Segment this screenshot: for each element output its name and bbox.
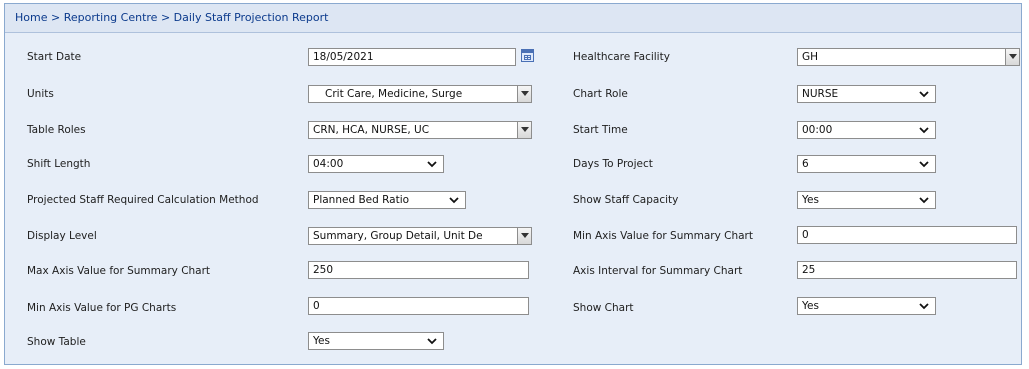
chevron-down-icon bbox=[449, 197, 459, 204]
breadcrumb: Home > Reporting Centre > Daily Staff Pr… bbox=[5, 4, 1021, 33]
show-chart-select[interactable]: Yes bbox=[797, 297, 936, 315]
days-to-project-label: Days To Project bbox=[573, 158, 653, 170]
breadcrumb-text[interactable]: Home > Reporting Centre > Daily Staff Pr… bbox=[15, 11, 328, 24]
chevron-down-icon bbox=[919, 303, 929, 310]
display-level-select[interactable]: Summary, Group Detail, Unit De bbox=[308, 227, 532, 245]
chart-role-select[interactable]: NURSE bbox=[797, 85, 936, 103]
display-level-label: Display Level bbox=[27, 230, 97, 242]
show-table-label: Show Table bbox=[27, 336, 86, 348]
chevron-down-icon bbox=[427, 338, 437, 345]
chevron-down-icon bbox=[919, 91, 929, 98]
days-to-project-select[interactable]: 6 bbox=[797, 155, 936, 173]
show-staff-capacity-select[interactable]: Yes bbox=[797, 191, 936, 209]
chevron-down-icon bbox=[919, 161, 929, 168]
table-roles-label: Table Roles bbox=[27, 124, 86, 136]
start-date-label: Start Date bbox=[27, 51, 82, 63]
show-staff-capacity-label: Show Staff Capacity bbox=[573, 194, 679, 206]
shift-length-label: Shift Length bbox=[27, 158, 91, 170]
healthcare-facility-select[interactable]: GH bbox=[797, 48, 1020, 66]
chevron-down-icon[interactable] bbox=[517, 228, 531, 244]
chevron-down-icon bbox=[919, 127, 929, 134]
axis-interval-summary-label: Axis Interval for Summary Chart bbox=[573, 265, 743, 277]
calendar-icon[interactable] bbox=[521, 49, 534, 62]
show-table-select[interactable]: Yes bbox=[308, 332, 444, 350]
table-roles-select[interactable]: CRN, HCA, NURSE, UC bbox=[308, 121, 532, 139]
min-axis-summary-label: Min Axis Value for Summary Chart bbox=[573, 230, 753, 242]
max-axis-summary-label: Max Axis Value for Summary Chart bbox=[27, 265, 211, 277]
start-date-input[interactable]: 18/05/2021 bbox=[308, 48, 516, 66]
shift-length-select[interactable]: 04:00 bbox=[308, 155, 444, 173]
min-axis-pg-input[interactable]: 0 bbox=[308, 297, 529, 315]
chevron-down-icon bbox=[427, 161, 437, 168]
start-time-label: Start Time bbox=[573, 124, 628, 136]
calc-method-label: Projected Staff Required Calculation Met… bbox=[27, 194, 259, 206]
chevron-down-icon bbox=[919, 197, 929, 204]
chart-role-label: Chart Role bbox=[573, 88, 628, 100]
axis-interval-summary-input[interactable]: 25 bbox=[797, 261, 1017, 279]
chevron-down-icon[interactable] bbox=[517, 86, 531, 102]
chevron-down-icon[interactable] bbox=[517, 122, 531, 138]
start-time-select[interactable]: 00:00 bbox=[797, 121, 936, 139]
show-chart-label: Show Chart bbox=[573, 302, 634, 314]
units-select[interactable]: Crit Care, Medicine, Surge bbox=[308, 85, 532, 103]
calc-method-select[interactable]: Planned Bed Ratio bbox=[308, 191, 466, 209]
min-axis-summary-input[interactable]: 0 bbox=[797, 226, 1017, 244]
min-axis-pg-label: Min Axis Value for PG Charts bbox=[27, 302, 177, 314]
units-label: Units bbox=[27, 88, 54, 100]
chevron-down-icon[interactable] bbox=[1005, 49, 1019, 65]
healthcare-facility-label: Healthcare Facility bbox=[573, 51, 670, 63]
max-axis-summary-input[interactable]: 250 bbox=[308, 261, 529, 279]
